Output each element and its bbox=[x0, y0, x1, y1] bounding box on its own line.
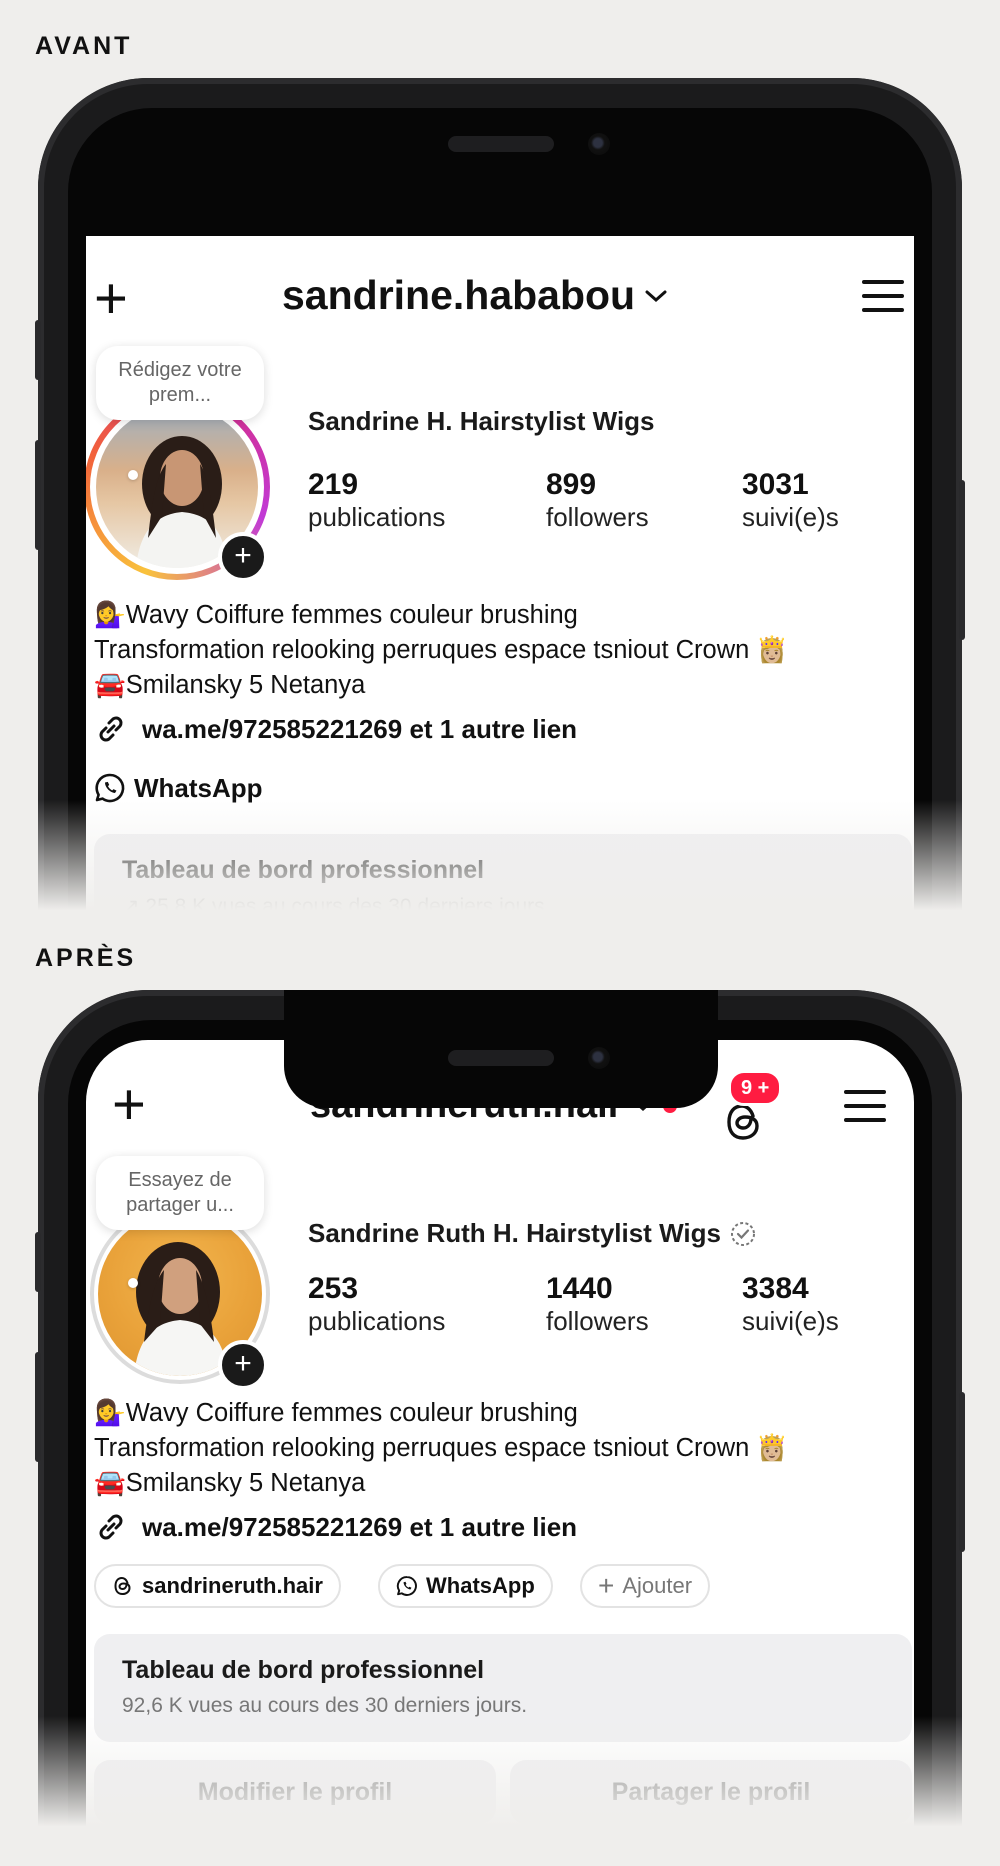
dashboard-title: Tableau de bord professionnel bbox=[122, 1656, 485, 1684]
whatsapp-link[interactable]: WhatsApp bbox=[94, 772, 263, 804]
front-camera bbox=[588, 133, 610, 155]
notification-badge: 9 + bbox=[728, 1070, 783, 1106]
display-name: Sandrine H. Hairstylist Wigs bbox=[308, 406, 655, 436]
note-bubble-tail bbox=[128, 1278, 138, 1288]
stat-publications[interactable]: 253 publications bbox=[308, 1272, 445, 1337]
note-bubble[interactable]: Rédigez votre prem... bbox=[96, 346, 264, 420]
speaker-grill bbox=[448, 1050, 554, 1066]
phone-side-button bbox=[959, 480, 965, 640]
menu-hamburger-icon[interactable] bbox=[862, 280, 904, 322]
create-plus-icon[interactable]: + bbox=[94, 270, 128, 328]
verified-pending-icon[interactable] bbox=[729, 1220, 757, 1248]
username-title: sandrine.hababou bbox=[282, 272, 636, 318]
stat-label: followers bbox=[546, 1306, 649, 1336]
section-label-after: APRÈS bbox=[35, 944, 137, 972]
phone-frame-after: + sandrineruth.hair 9 + + Essaye bbox=[38, 990, 962, 1836]
link-text: wa.me/972585221269 et 1 autre lien bbox=[142, 713, 578, 744]
whatsapp-icon bbox=[396, 1576, 417, 1596]
link-chain-icon bbox=[99, 1514, 123, 1540]
bio-line: 💁‍♀️Wavy Coiffure femmes couleur brushin… bbox=[94, 601, 578, 629]
dashboard-subtitle: ↗ 25,8 K vues au cours des 30 derniers j… bbox=[122, 895, 551, 918]
stat-label: suivi(e)s bbox=[742, 502, 839, 532]
phone-side-button bbox=[35, 1352, 41, 1462]
dashboard-subtitle: 92,6 K vues au cours des 30 derniers jou… bbox=[122, 1694, 528, 1717]
whatsapp-icon bbox=[95, 773, 125, 803]
stat-label: publications bbox=[308, 1306, 446, 1336]
phone-side-button bbox=[959, 1392, 965, 1552]
bio-link[interactable]: wa.me/972585221269 et 1 autre lien bbox=[94, 712, 577, 746]
link-chain-icon bbox=[99, 716, 123, 742]
profile-screen-before: + sandrine.hababou + Rédigez votre prem.… bbox=[86, 236, 914, 920]
note-bubble-tail bbox=[128, 470, 138, 480]
link-text: wa.me/972585221269 et 1 autre lien bbox=[142, 1511, 578, 1542]
add-story-button[interactable]: + bbox=[218, 1340, 268, 1390]
stat-value: 899 bbox=[546, 468, 597, 501]
profile-screen-after: + sandrineruth.hair 9 + + Essaye bbox=[86, 1040, 914, 1836]
whatsapp-chip[interactable]: WhatsApp bbox=[378, 1564, 553, 1608]
threads-chip[interactable]: sandrineruth.hair bbox=[94, 1564, 341, 1608]
stat-following[interactable]: 3384 suivi(e)s bbox=[742, 1272, 839, 1337]
stat-publications[interactable]: 219 publications bbox=[308, 468, 445, 533]
stat-value: 3384 bbox=[742, 1272, 809, 1305]
bio-line: 🚘Smilansky 5 Netanya bbox=[94, 1469, 366, 1497]
whatsapp-label: WhatsApp bbox=[134, 772, 263, 803]
whatsapp-chip-label: WhatsApp bbox=[426, 1573, 535, 1598]
professional-dashboard-card[interactable]: Tableau de bord professionnel 92,6 K vue… bbox=[94, 1634, 912, 1742]
bio: 💁‍♀️Wavy Coiffure femmes couleur brushin… bbox=[94, 1396, 788, 1501]
bio-line: Transformation relooking perruques espac… bbox=[94, 1434, 789, 1462]
threads-button[interactable]: 9 + bbox=[722, 1070, 783, 1149]
front-camera bbox=[588, 1047, 610, 1069]
share-profile-button[interactable]: Partager le profil bbox=[510, 1760, 912, 1824]
display-name-row: Sandrine Ruth H. Hairstylist Wigs bbox=[308, 1218, 757, 1249]
note-bubble[interactable]: Essayez de partager u... bbox=[96, 1156, 264, 1230]
phone-notch bbox=[284, 990, 718, 1108]
dashboard-title: Tableau de bord professionnel bbox=[122, 856, 485, 884]
threads-chip-label: sandrineruth.hair bbox=[142, 1573, 323, 1598]
bio-line: Transformation relooking perruques espac… bbox=[94, 636, 789, 664]
phone-side-button bbox=[35, 440, 41, 550]
threads-icon bbox=[727, 1104, 759, 1140]
stat-label: publications bbox=[308, 502, 446, 532]
bio-line: 💁‍♀️Wavy Coiffure femmes couleur brushin… bbox=[94, 1399, 578, 1427]
threads-icon bbox=[114, 1576, 131, 1596]
add-chip-label: Ajouter bbox=[622, 1573, 693, 1598]
chevron-down-icon bbox=[645, 290, 667, 302]
bio-line: 🚘Smilansky 5 Netanya bbox=[94, 671, 366, 699]
stat-label: suivi(e)s bbox=[742, 1306, 839, 1336]
professional-dashboard-card[interactable]: Tableau de bord professionnel ↗ 25,8 K v… bbox=[94, 834, 912, 920]
stat-value: 3031 bbox=[742, 468, 809, 501]
stat-followers[interactable]: 1440 followers bbox=[546, 1272, 649, 1337]
stat-following[interactable]: 3031 suivi(e)s bbox=[742, 468, 839, 533]
bio-link[interactable]: wa.me/972585221269 et 1 autre lien bbox=[94, 1510, 577, 1544]
phone-frame-before: + sandrine.hababou + Rédigez votre prem.… bbox=[38, 78, 962, 920]
phone-side-button bbox=[35, 1232, 41, 1292]
display-name: Sandrine Ruth H. Hairstylist Wigs bbox=[308, 1218, 721, 1248]
plus-icon: + bbox=[598, 1570, 615, 1601]
stat-value: 219 bbox=[308, 468, 359, 501]
username-switcher[interactable]: sandrine.hababou bbox=[282, 272, 667, 319]
stat-label: followers bbox=[546, 502, 649, 532]
stat-value: 1440 bbox=[546, 1272, 613, 1305]
add-link-chip[interactable]: + Ajouter bbox=[580, 1564, 711, 1608]
create-plus-icon[interactable]: + bbox=[112, 1076, 146, 1134]
phone-side-button bbox=[35, 320, 41, 380]
stat-value: 253 bbox=[308, 1272, 359, 1305]
menu-hamburger-icon[interactable] bbox=[844, 1090, 886, 1132]
edit-profile-button[interactable]: Modifier le profil bbox=[94, 1760, 496, 1824]
bio: 💁‍♀️Wavy Coiffure femmes couleur brushin… bbox=[94, 598, 788, 703]
section-label-before: AVANT bbox=[35, 32, 133, 60]
speaker-grill bbox=[448, 136, 554, 152]
add-story-button[interactable]: + bbox=[218, 532, 268, 582]
stat-followers[interactable]: 899 followers bbox=[546, 468, 649, 533]
